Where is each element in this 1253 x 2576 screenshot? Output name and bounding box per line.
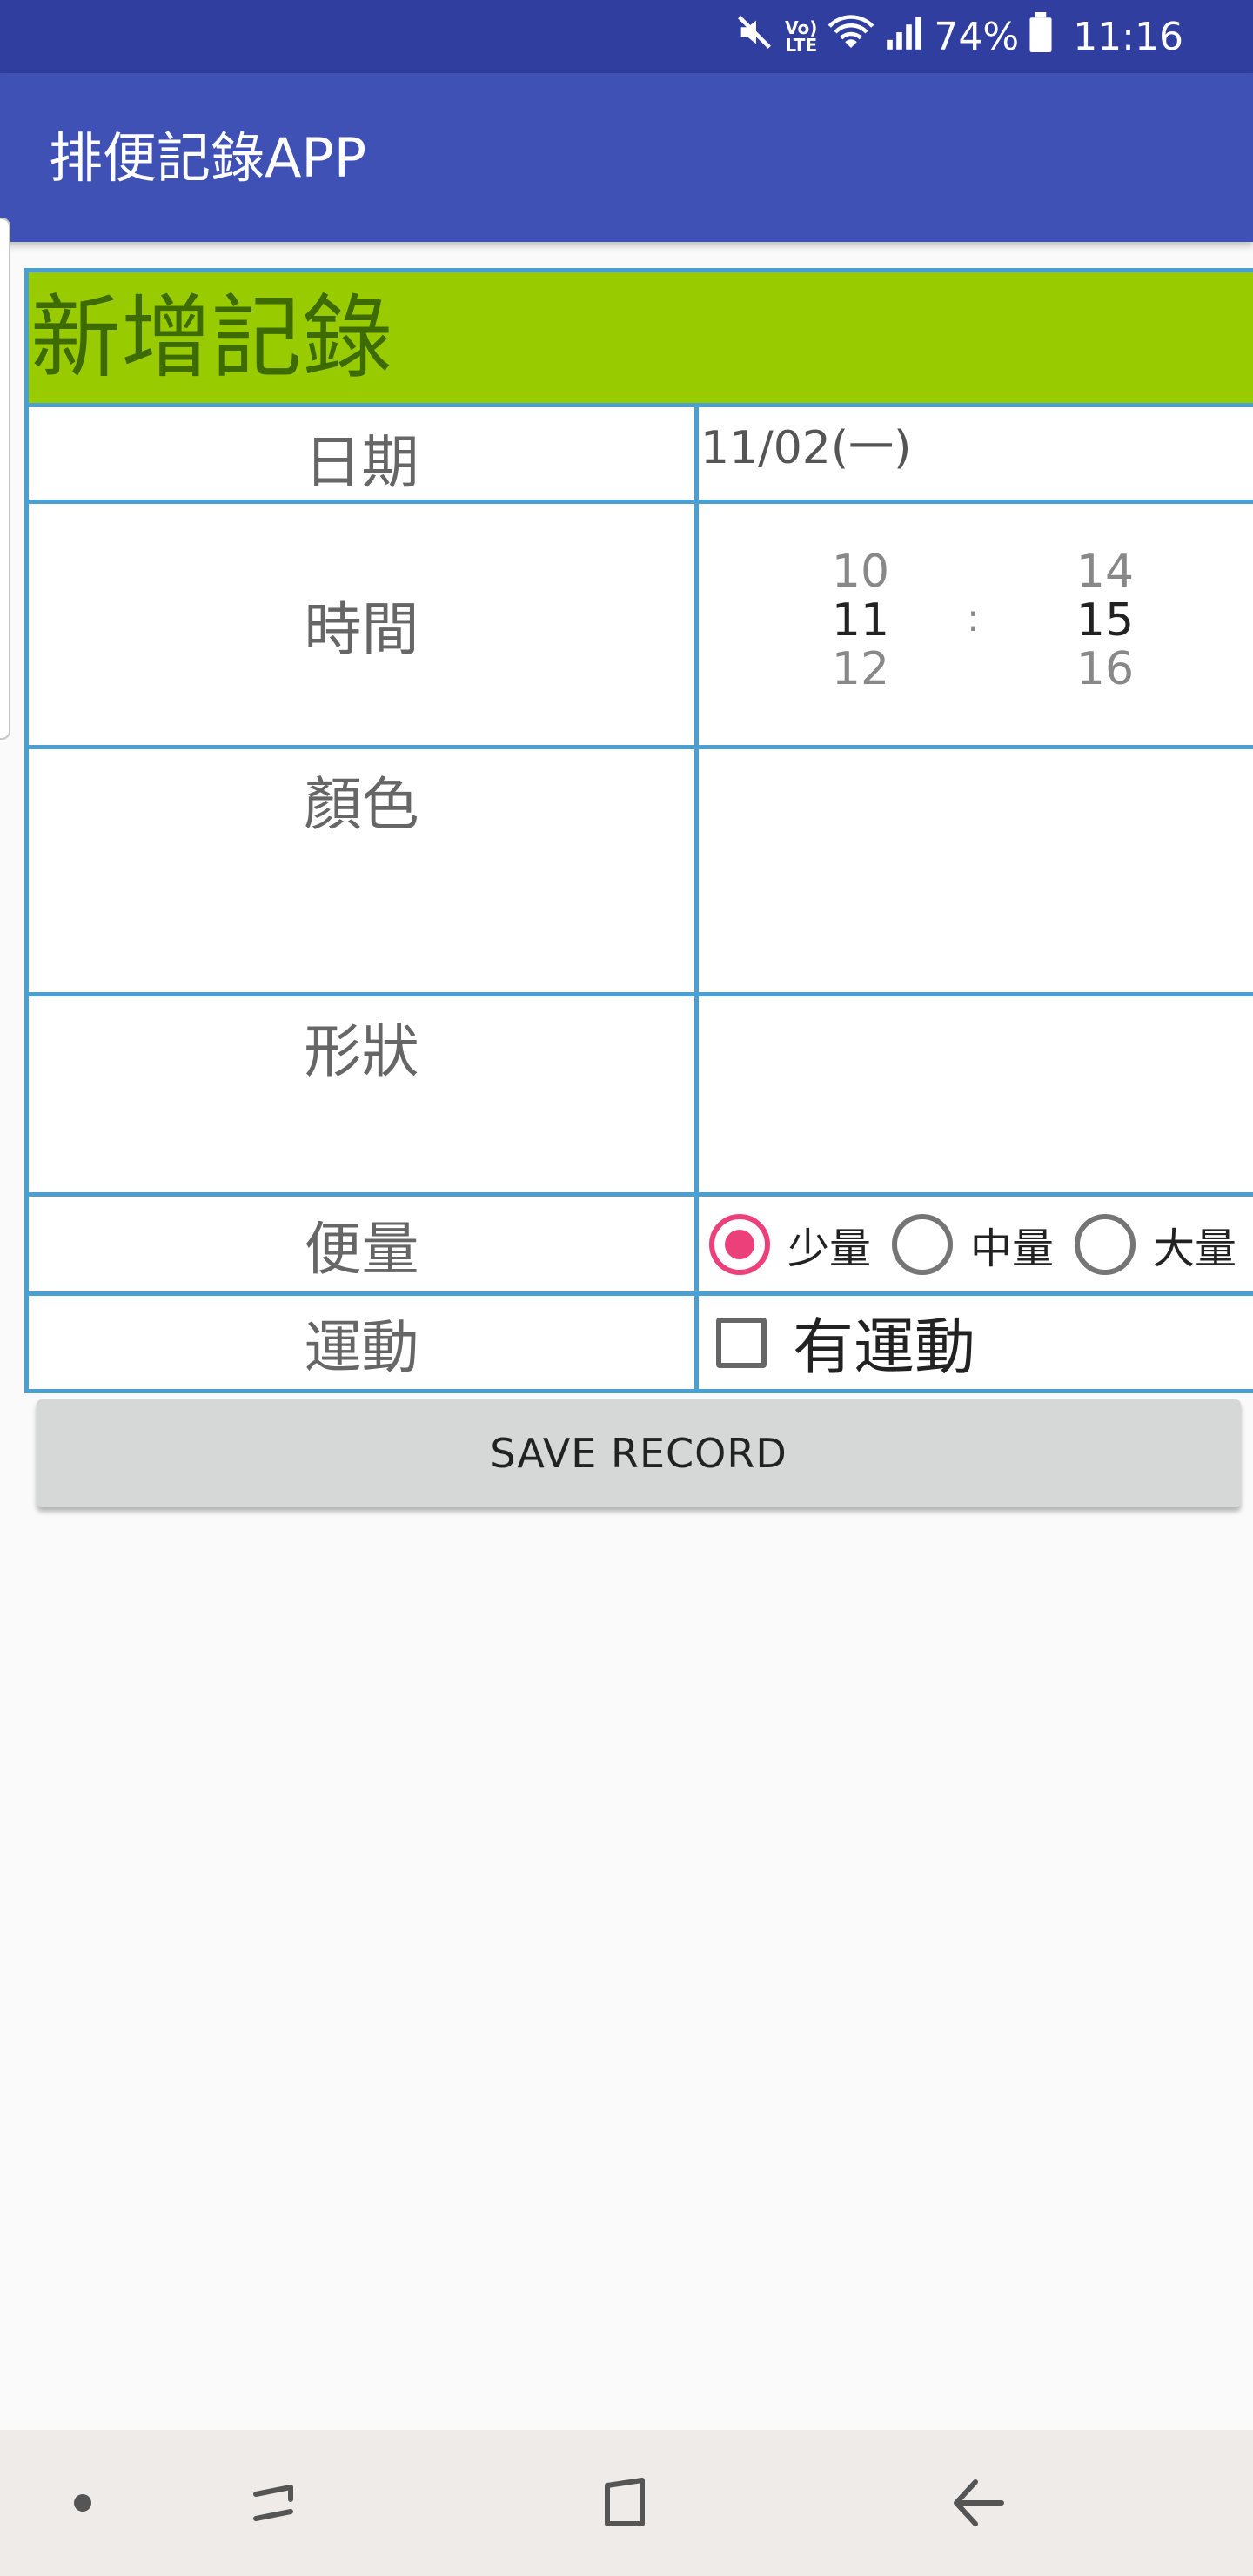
radio-selected-dot	[725, 1229, 754, 1259]
status-bar: Vo) LTE 74% 11:16	[0, 0, 1253, 73]
amount-radio-large-label[interactable]: 大量	[1153, 1214, 1236, 1275]
app-title: 排便記錄APP	[49, 126, 367, 190]
shape-label: 形狀	[24, 992, 699, 1197]
hour-option-selected[interactable]: 11	[808, 596, 913, 645]
battery-icon	[1029, 11, 1052, 62]
recents-icon[interactable]	[244, 2468, 313, 2538]
minute-option-selected[interactable]: 15	[1053, 596, 1157, 645]
wifi-icon	[828, 12, 874, 62]
color-field[interactable]	[694, 745, 1253, 996]
time-picker[interactable]: 10 11 12 : 14 15 16	[694, 500, 1253, 749]
edge-panel-handle[interactable]	[0, 218, 10, 740]
date-value[interactable]: 11/02(一)	[699, 407, 1253, 476]
time-separator: :	[967, 596, 980, 641]
date-label: 日期	[24, 403, 699, 504]
amount-label: 便量	[24, 1192, 699, 1296]
record-form: 新增記錄 日期 11/02(一) 時間 10 11 12 : 14 15 16	[23, 268, 1253, 1393]
minute-option-next[interactable]: 16	[1053, 645, 1157, 694]
time-label: 時間	[24, 500, 699, 749]
amount-radio-small[interactable]	[709, 1213, 770, 1275]
exercise-label: 運動	[24, 1291, 699, 1393]
amount-radio-medium[interactable]	[892, 1213, 954, 1275]
amount-radio-group: 少量 中量 大量	[694, 1192, 1253, 1296]
amount-radio-large[interactable]	[1075, 1213, 1136, 1275]
amount-radio-medium-label[interactable]: 中量	[970, 1214, 1054, 1275]
form-header: 新增記錄	[23, 268, 1253, 407]
dot-icon[interactable]	[48, 2468, 117, 2538]
app-bar: 排便記錄APP	[0, 73, 1253, 242]
volte-icon: Vo) LTE	[785, 17, 818, 56]
color-label: 顏色	[24, 745, 699, 996]
exercise-field: 有運動	[694, 1291, 1253, 1393]
hour-option-prev[interactable]: 10	[808, 547, 913, 596]
exercise-checkbox[interactable]	[716, 1317, 767, 1368]
signal-icon	[885, 12, 923, 62]
hour-picker[interactable]: 10 11 12	[808, 547, 913, 694]
date-field[interactable]: 11/02(一)	[694, 403, 1253, 504]
status-time: 11:16	[1073, 14, 1183, 59]
back-icon[interactable]	[944, 2468, 1014, 2538]
home-icon[interactable]	[593, 2468, 663, 2538]
shape-field[interactable]	[694, 992, 1253, 1197]
navigation-bar	[0, 2430, 1253, 2576]
save-record-button[interactable]: SAVE RECORD	[37, 1399, 1241, 1507]
minute-option-prev[interactable]: 14	[1053, 547, 1157, 596]
minute-picker[interactable]: 14 15 16	[1053, 547, 1157, 694]
amount-radio-small-label[interactable]: 少量	[787, 1214, 871, 1275]
hour-option-next[interactable]: 12	[808, 645, 913, 694]
battery-percent: 74%	[934, 14, 1020, 59]
exercise-checkbox-label[interactable]: 有運動	[793, 1298, 975, 1386]
mute-icon	[734, 12, 774, 62]
